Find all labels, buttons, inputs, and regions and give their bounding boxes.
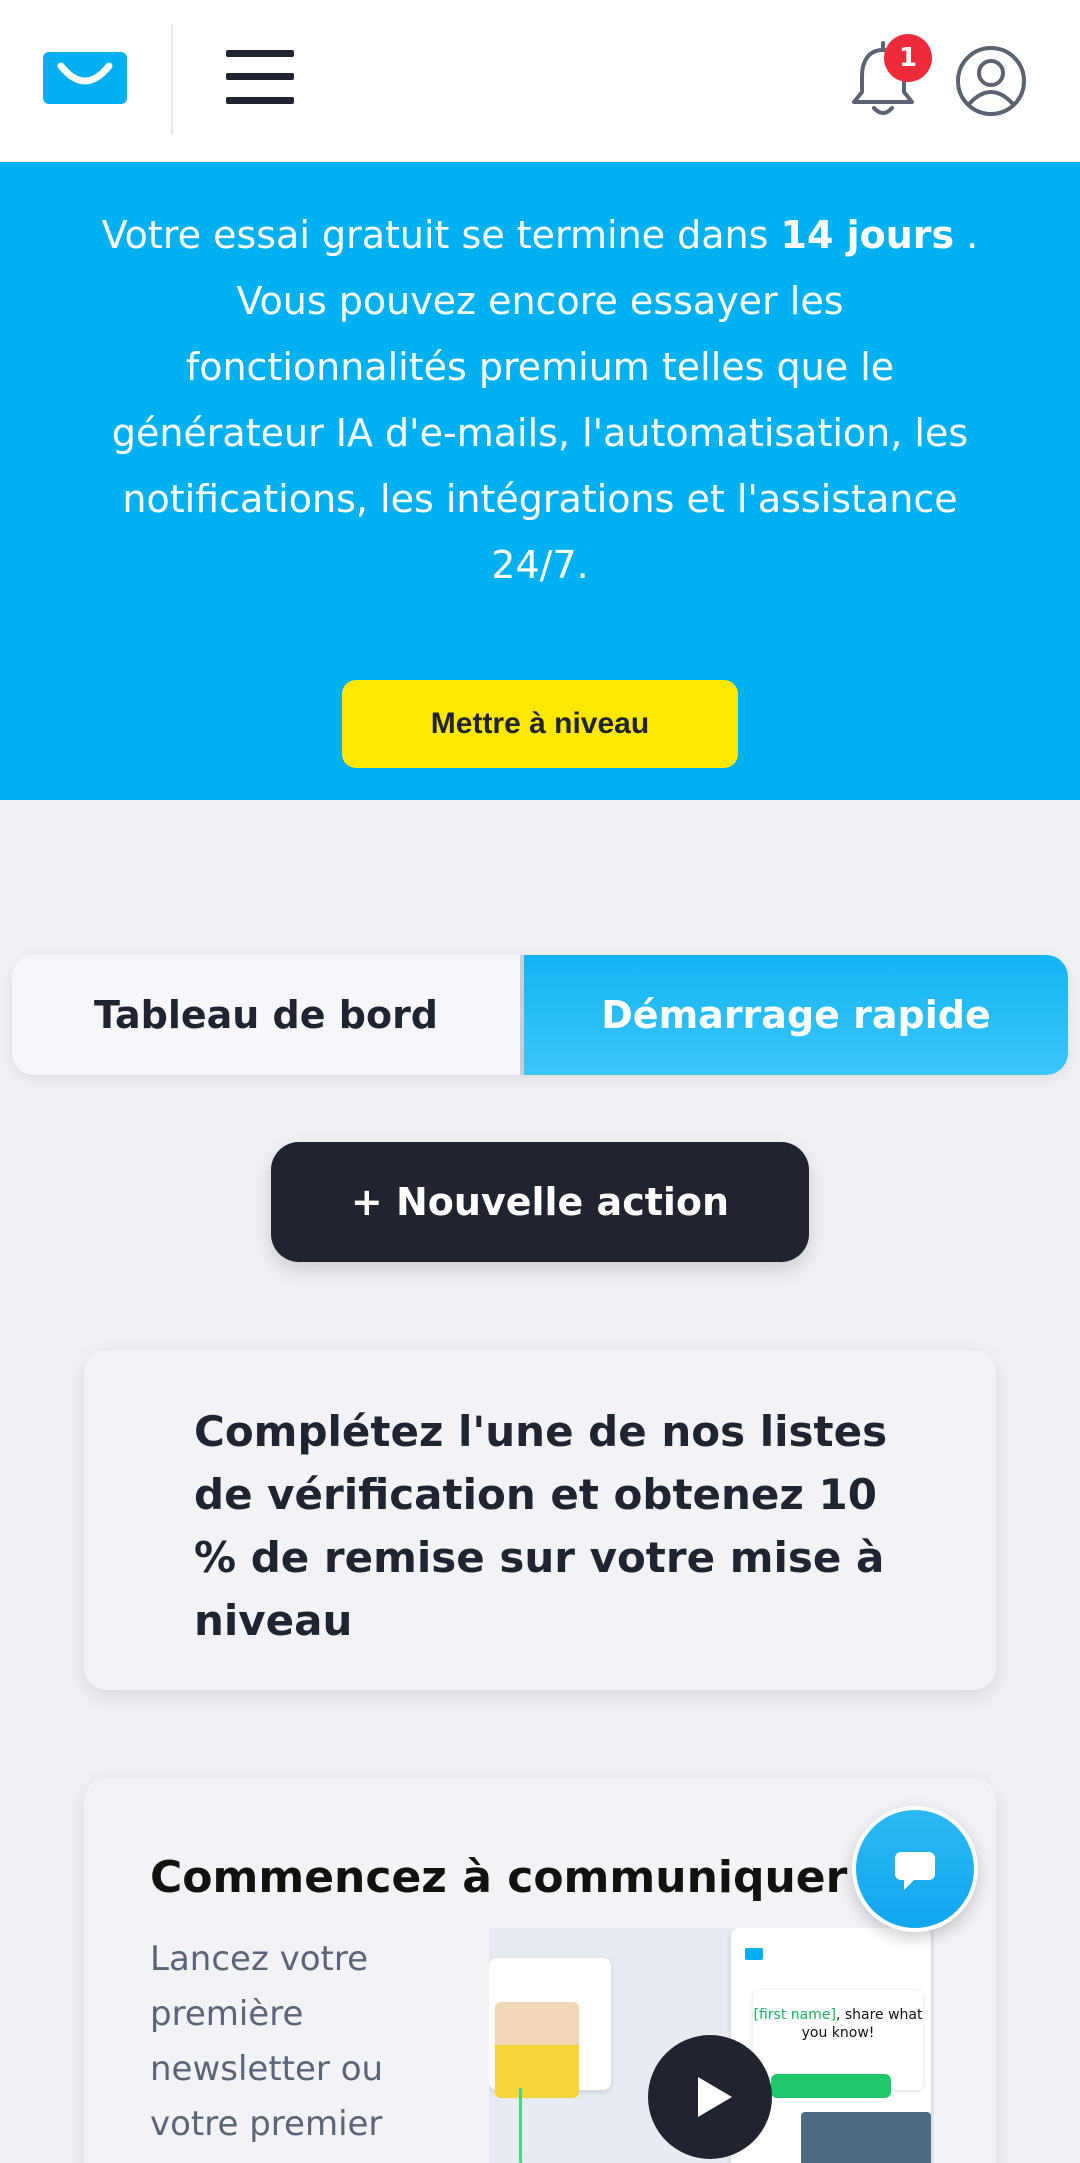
user-avatar-icon[interactable] xyxy=(954,44,1028,118)
notification-badge: 1 xyxy=(884,34,932,82)
start-communicating-title: Commencez à communiquer xyxy=(150,1852,848,1903)
trial-line1-suffix: . xyxy=(954,213,979,257)
chat-icon[interactable] xyxy=(852,1806,978,1932)
trial-message: Votre essai gratuit se termine dans 14 j… xyxy=(100,202,980,598)
start-communicating-description: Lancez votre première newsletter ou votr… xyxy=(150,1939,384,2144)
header-divider xyxy=(171,24,173,134)
hamburger-menu-icon[interactable] xyxy=(226,50,294,104)
trial-banner: Votre essai gratuit se termine dans 14 j… xyxy=(0,162,1080,800)
trial-days: 14 jours xyxy=(780,213,955,257)
tab-dashboard[interactable]: Tableau de bord xyxy=(12,955,520,1075)
new-action-button[interactable]: + Nouvelle action xyxy=(271,1142,809,1262)
trial-line1-prefix: Votre essai gratuit se termine dans xyxy=(101,213,781,257)
view-tabs: Tableau de bord Démarrage rapide xyxy=(12,955,1068,1075)
top-header: 1 xyxy=(0,0,1080,162)
preview-cta-bar xyxy=(771,2074,891,2098)
preview-highlight: [first name] xyxy=(753,2007,836,2023)
checklist-promo-title: Complétez l'une de nos listes de vérific… xyxy=(194,1407,888,1645)
upgrade-button[interactable]: Mettre à niveau xyxy=(342,680,738,768)
logo-icon[interactable] xyxy=(43,52,127,104)
preview-person-image xyxy=(495,2002,579,2098)
play-icon[interactable] xyxy=(648,2035,772,2159)
preview-photo xyxy=(801,2112,931,2163)
trial-line2: Vous pouvez encore essayer les fonctionn… xyxy=(111,279,969,587)
mail-icon xyxy=(745,1948,763,1960)
checklist-promo-card[interactable]: Complétez l'une de nos listes de vérific… xyxy=(84,1350,996,1690)
tab-quick-start[interactable]: Démarrage rapide xyxy=(524,955,1068,1075)
preview-editor-panel xyxy=(489,1958,611,2098)
